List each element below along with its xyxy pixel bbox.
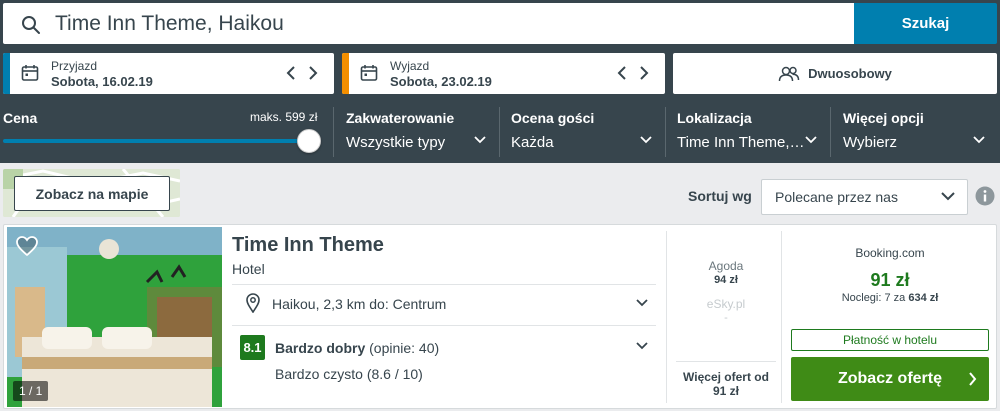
partner-price-esky: - [724,312,728,324]
more-options-filter-value: Wybierz [843,134,898,151]
more-offers-price: 91 zł [712,384,739,398]
view-offer-button[interactable]: Zobacz ofertę [791,357,989,401]
guests-icon [778,66,800,81]
hotel-photo[interactable]: 1 / 1 [7,227,222,407]
location-pin-icon [246,293,260,313]
rating-row[interactable]: 8.1 Bardzo dobry (opinie: 40) [240,335,654,361]
checkout-value: Sobota, 23.02.19 [390,74,492,89]
nights-total-price: 634 zł [908,292,939,304]
favorite-heart-icon[interactable] [15,235,39,257]
hotel-result-card: 1 / 1 Time Inn Theme Hotel Haikou, 2,3 k… [3,224,997,409]
nights-prefix: Noclegi: 7 za [841,292,906,304]
location-row[interactable]: Haikou, 2,3 km do: Centrum [244,293,654,315]
more-offers-label: Więcej ofert od [683,370,769,384]
chevron-right-icon[interactable] [639,65,649,81]
view-offer-label: Zobacz ofertę [837,370,942,387]
sort-label: Sortuj wg [688,188,752,204]
checkin-accent [3,53,10,94]
chevron-down-icon [474,136,486,144]
price-slider-track[interactable] [3,139,313,143]
search-field[interactable] [3,3,854,44]
price-filter-title: Cena [3,110,38,126]
rating-summary: Bardzo dobry (opinie: 40) [275,340,439,356]
calendar-icon [21,65,39,81]
sort-value: Polecane przez nas [775,189,898,205]
chevron-right-icon [969,372,977,386]
more-options-filter-title: Więcej opcji [843,110,924,126]
divider [232,284,656,285]
main-partner-name: Booking.com [855,246,925,260]
chevron-right-icon[interactable] [308,65,318,81]
room-type-button[interactable]: Dwuosobowy [673,53,997,94]
search-header: Szukaj Przyjazd Sobota, 16.02.19 Wyjazd … [0,0,1000,163]
partner-price-agoda[interactable]: 94 zł [672,274,780,286]
more-offers-link[interactable]: Więcej ofert od 91 zł [676,361,776,398]
price-slider-handle[interactable] [297,129,321,153]
nights-total: Noclegi: 7 za 634 zł [790,292,990,304]
partner-name-agoda[interactable]: Agoda [672,259,780,273]
price-max-value: maks. 599 zł [250,110,318,124]
chevron-down-icon [636,299,648,307]
accommodation-filter-title: Zakwaterowanie [346,110,455,126]
room-type-label: Dwuosobowy [808,66,892,81]
filter-divider [333,107,334,157]
info-icon[interactable] [975,186,995,206]
rating-score-badge: 8.1 [240,335,265,360]
hotel-name[interactable]: Time Inn Theme [232,234,384,257]
divider [232,325,656,326]
guest-rating-filter[interactable]: Ocena gości Każda [511,103,660,159]
checkin-value: Sobota, 16.02.19 [51,74,153,89]
chevron-down-icon [941,192,955,201]
guest-rating-filter-value: Każda [511,134,554,151]
calendar-icon [360,65,378,81]
divider [666,231,667,403]
chevron-down-icon [640,136,652,144]
location-filter-value: Time Inn Theme,… [677,134,805,151]
view-on-map-button[interactable]: Zobacz na mapie [14,176,170,211]
chevron-left-icon[interactable] [617,65,627,81]
cleanliness-rating: Bardzo czysto (8.6 / 10) [275,366,423,382]
accommodation-filter-value: Wszystkie typy [346,134,446,151]
rating-count: (opinie: 40) [369,340,440,356]
checkin-label: Przyjazd [51,59,98,73]
filter-divider [830,107,831,157]
search-input[interactable] [55,9,835,39]
divider [781,231,782,403]
location-filter[interactable]: Lokalizacja Time Inn Theme,… [677,103,825,159]
pay-at-hotel-badge: Płatność w hotelu [791,329,989,351]
filter-divider [665,107,666,157]
main-price[interactable]: 91 zł [790,270,990,291]
photo-counter: 1 / 1 [13,381,49,401]
checkin-date-field[interactable]: Przyjazd Sobota, 16.02.19 [3,53,334,94]
more-options-filter[interactable]: Więcej opcji Wybierz [843,103,993,159]
rating-label: Bardzo dobry [275,340,366,356]
location-text: Haikou, 2,3 km do: Centrum [272,296,447,312]
search-button[interactable]: Szukaj [854,3,997,44]
checkout-label: Wyjazd [390,59,430,73]
checkout-accent [342,53,349,94]
location-filter-title: Lokalizacja [677,110,752,126]
partner-name-esky: eSky.pl [706,297,746,311]
chevron-down-icon [973,136,985,144]
search-icon [22,16,40,34]
chevron-down-icon [636,342,648,350]
filter-divider [499,107,500,157]
hotel-type: Hotel [232,261,265,277]
checkout-date-field[interactable]: Wyjazd Sobota, 23.02.19 [342,53,665,94]
guest-rating-filter-title: Ocena gości [511,110,595,126]
accommodation-filter[interactable]: Zakwaterowanie Wszystkie typy [346,103,494,159]
sort-select[interactable]: Polecane przez nas [761,179,968,215]
chevron-left-icon[interactable] [286,65,296,81]
chevron-down-icon [805,136,817,144]
